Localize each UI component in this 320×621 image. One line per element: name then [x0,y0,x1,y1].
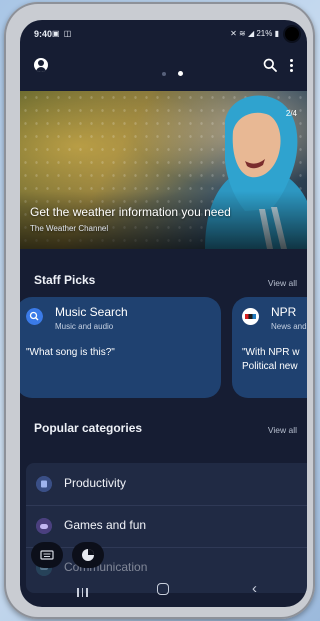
card-subtitle: News and [271,322,307,331]
featured-banner[interactable]: 2/4 Get the weather information you need… [20,91,307,249]
staff-pick-card-music-search[interactable]: Music Search Music and audio "What song … [20,297,221,398]
top-bar [20,54,307,80]
category-item-productivity[interactable]: Productivity [26,463,307,506]
status-time: 9:40 [34,29,53,39]
card-subtitle: Music and audio [55,322,114,331]
card-quote-line-1: "With NPR w [242,347,300,358]
notification-icons: ▣ ◫ [52,29,73,38]
card-quote-line-2: Political new [242,361,298,372]
popular-categories-title: Popular categories [34,421,143,435]
banner-counter: 2/4 [285,109,297,118]
recent-apps-icon[interactable] [77,584,91,602]
page-indicator [156,63,189,81]
status-right: ✕ ≋ ◢ 21% ▮ [230,29,279,38]
card-quote: "With NPR w Political new [242,346,299,374]
battery-icon: ▮ [274,29,279,38]
front-camera [285,27,299,41]
phone-frame: 9:40 ▣ ◫ ✕ ≋ ◢ 21% ▮ 2/4 Get the weather… [4,2,315,619]
banner-title: Get the weather information you need [30,205,231,219]
screenshot-button[interactable] [72,542,104,568]
system-nav-bar: ‹ [20,571,307,607]
card-title: NPR [271,305,297,319]
npr-logo-icon [242,308,259,325]
category-label: Games and fun [64,518,147,532]
signal-icon: ✕ ≋ ◢ [230,29,255,38]
category-item-games-and-fun[interactable]: Games and fun [26,505,307,548]
home-icon[interactable] [157,583,169,595]
staff-picks-view-all[interactable]: View all [268,278,297,288]
capture-icon [82,549,94,561]
popular-categories-view-all[interactable]: View all [268,425,297,435]
banner-shade [20,191,307,249]
category-label: Productivity [64,476,127,490]
keyboard-button[interactable] [31,542,63,568]
profile-icon[interactable] [34,58,48,72]
status-bar: 9:40 ▣ ◫ ✕ ≋ ◢ 21% ▮ [20,20,307,48]
page-dot-active [178,71,183,76]
keyboard-icon [40,550,54,560]
music-search-icon [26,308,43,325]
gamepad-icon [36,518,52,534]
card-quote: "What song is this?" [26,347,115,358]
app-screen: 9:40 ▣ ◫ ✕ ≋ ◢ 21% ▮ 2/4 Get the weather… [20,20,307,607]
staff-picks-title: Staff Picks [34,273,96,287]
battery-level: 21% [256,29,273,38]
staff-pick-card-npr[interactable]: NPR News and "With NPR w Political new [232,297,307,398]
search-icon[interactable] [263,58,277,72]
page-dot [162,72,166,76]
banner-subtitle: The Weather Channel [30,224,109,233]
productivity-icon [36,476,52,492]
more-options-icon[interactable] [283,57,299,75]
card-title: Music Search [55,305,128,319]
back-icon[interactable]: ‹ [252,580,257,597]
